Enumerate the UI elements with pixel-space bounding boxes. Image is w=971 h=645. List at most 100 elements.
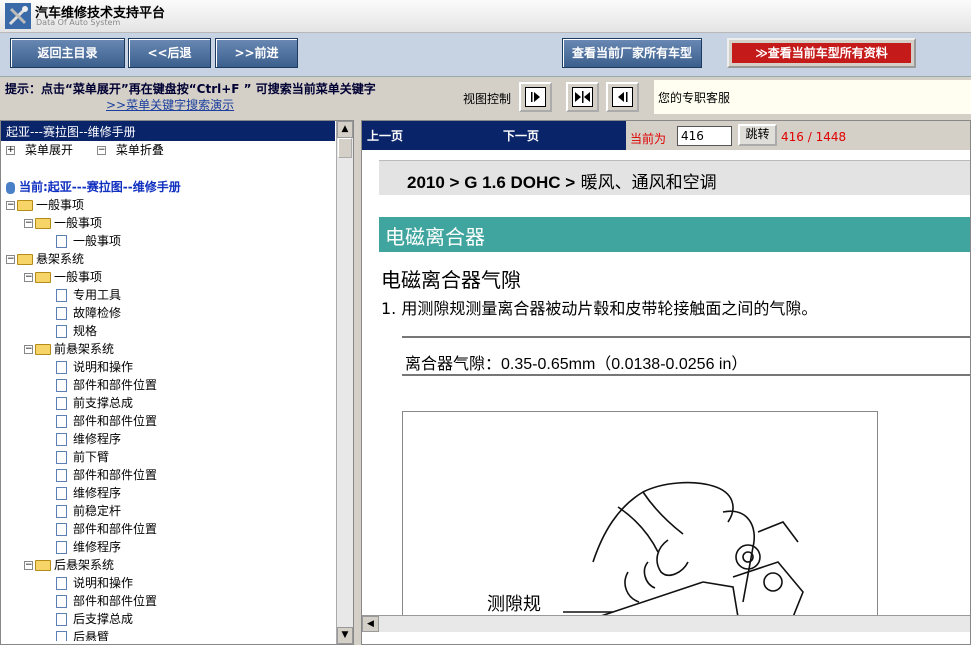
collapse-icon: − (6, 254, 15, 264)
document-icon (56, 325, 67, 338)
hint-bar: 提示：点击“菜单展开”再在键盘按“Ctrl+F ” 可搜索当前菜单关键字 >>菜… (0, 77, 971, 117)
tree-item-label: 后支撑总成 (73, 612, 134, 626)
document-icon (56, 613, 67, 626)
next-page-link[interactable]: 下一页 (503, 127, 539, 144)
folder-open-icon (17, 254, 33, 265)
tree-item[interactable]: 部件和部件位置 (1, 412, 335, 430)
tree-item[interactable]: 部件和部件位置 (1, 466, 335, 484)
support-text: 您的专职客服 (658, 91, 731, 105)
collapse-menu-button[interactable]: − 菜单折叠 (96, 143, 174, 157)
tree-item[interactable]: 维修程序 (1, 430, 335, 448)
tree-item-label: 悬架系统 (36, 252, 85, 266)
document-icon (56, 415, 67, 428)
manual-header[interactable]: 起亚---赛拉图--维修手册 (1, 121, 335, 141)
tree-item-label: 故障检修 (73, 306, 122, 320)
section-title: 电磁离合器气隙 (381, 268, 521, 292)
tree-item[interactable]: 一般事项 (1, 232, 335, 250)
tree-item-label: 后悬架系统 (54, 558, 115, 572)
document-icon (56, 433, 67, 446)
prev-page-link[interactable]: 上一页 (367, 127, 403, 144)
pager-bar: 上一页 下一页 当前为 跳转 416 / 1448 (362, 121, 954, 150)
collapse-icon: − (24, 560, 33, 570)
document-icon (56, 235, 67, 248)
folder-open-icon (35, 344, 51, 355)
view-all-model-docs-label: ≫查看当前车型所有资料 (732, 43, 911, 63)
document-icon (56, 289, 67, 302)
scroll-up-icon[interactable]: ▲ (337, 121, 353, 138)
tree-item-label: 部件和部件位置 (73, 522, 158, 536)
document-icon (56, 595, 67, 608)
tree-item[interactable]: 前稳定杆 (1, 502, 335, 520)
tree-item[interactable]: 规格 (1, 322, 335, 340)
breadcrumb-system: 暖风、通风和空调 (575, 173, 717, 193)
clutch-gap-figure: 测隙规 (402, 411, 878, 615)
tree-item[interactable]: 故障检修 (1, 304, 335, 322)
document-icon (56, 307, 67, 320)
current-page-label: 当前为 (630, 132, 667, 146)
tree-item-label: 专用工具 (73, 288, 122, 302)
tree-item[interactable]: − 前悬架系统 (1, 340, 335, 358)
scroll-thumb[interactable] (338, 138, 352, 158)
collapse-icon: − (24, 272, 33, 282)
app-subtitle: Data Of Auto System (36, 18, 121, 27)
menu-scrollbar[interactable]: ▲ ▼ (336, 121, 353, 644)
tree-item[interactable]: 后悬臂 (1, 628, 335, 641)
document-icon (56, 631, 67, 641)
view-expand-left-button[interactable] (606, 82, 639, 112)
tree-item-label: 一般事项 (36, 198, 85, 212)
tree-item[interactable]: − 一般事项 (1, 214, 335, 232)
view-maker-models-button[interactable]: 查看当前厂家所有车型 (562, 38, 702, 68)
expand-icon: + (6, 145, 15, 155)
tree-item[interactable]: 部件和部件位置 (1, 376, 335, 394)
scroll-left-icon[interactable]: ◀ (362, 616, 379, 632)
tree-item[interactable]: − 一般事项 (1, 196, 335, 214)
tree-item[interactable]: 部件和部件位置 (1, 592, 335, 610)
back-button[interactable]: <<后退 (128, 38, 211, 68)
collapse-icon: − (96, 145, 106, 155)
document-content: 2010 > G 1.6 DOHC > 暖风、通风和空调 电磁离合器 电磁离合器… (362, 150, 970, 615)
hint-text: 提示：点击“菜单展开”再在键盘按“Ctrl+F ” 可搜索当前菜单关键字 (5, 82, 376, 96)
document-breadcrumb: 2010 > G 1.6 DOHC > 暖风、通风和空调 (379, 160, 970, 195)
search-demo-link[interactable]: >>菜单关键字搜索演示 (106, 96, 234, 113)
tree-item-label: 部件和部件位置 (73, 468, 158, 482)
tree-item[interactable]: 后支撑总成 (1, 610, 335, 628)
expand-menu-label: 菜单展开 (25, 143, 74, 157)
view-control-label: 视图控制 (463, 92, 512, 106)
hand-feeler-gauge-illustration (563, 481, 804, 615)
tree-item[interactable]: 前下臂 (1, 448, 335, 466)
tree-current-label: 当前:起亚---赛拉图--维修手册 (19, 180, 181, 194)
tree-item[interactable]: 前支撑总成 (1, 394, 335, 412)
tree-item[interactable]: 说明和操作 (1, 358, 335, 376)
expand-menu-button[interactable]: + 菜单展开 (6, 143, 83, 157)
forward-button[interactable]: >>前进 (215, 38, 298, 68)
folder-open-icon (35, 272, 51, 283)
home-button[interactable]: 返回主目录 (10, 38, 125, 68)
tree-item-label: 规格 (73, 324, 98, 338)
document-hscrollbar[interactable]: ◀ (362, 615, 970, 632)
tree-item-label: 部件和部件位置 (73, 414, 158, 428)
tree-item[interactable]: 维修程序 (1, 484, 335, 502)
document-icon (56, 577, 67, 590)
view-split-button[interactable] (566, 82, 599, 112)
main-toolbar: 返回主目录 <<后退 >>前进 查看当前厂家所有车型 ≫查看当前车型所有资料 (0, 33, 971, 77)
tree-item-label: 维修程序 (73, 486, 122, 500)
view-all-model-docs-button[interactable]: ≫查看当前车型所有资料 (727, 38, 916, 68)
tree-item[interactable]: 部件和部件位置 (1, 520, 335, 538)
page-number-input[interactable] (677, 126, 732, 146)
tree-item[interactable]: − 悬架系统 (1, 250, 335, 268)
arrow-right-icon (525, 87, 546, 107)
tree-item-label: 维修程序 (73, 540, 122, 554)
tree-current-node[interactable]: 当前:起亚---赛拉图--维修手册 (1, 178, 335, 196)
tree-item[interactable]: − 一般事项 (1, 268, 335, 286)
arrow-left-icon (612, 87, 633, 107)
tree-item[interactable]: 说明和操作 (1, 574, 335, 592)
figure-label: 测隙规 (487, 594, 541, 615)
tree-item[interactable]: − 后悬架系统 (1, 556, 335, 574)
tree-item[interactable]: 专用工具 (1, 286, 335, 304)
goto-page-button[interactable]: 跳转 (738, 124, 777, 146)
tree-item[interactable]: 维修程序 (1, 538, 335, 556)
scroll-down-icon[interactable]: ▼ (337, 627, 353, 644)
view-expand-right-button[interactable] (519, 82, 552, 112)
document-pane: 上一页 下一页 当前为 跳转 416 / 1448 2010 > G 1.6 D… (361, 120, 971, 645)
tree-item-label: 前悬架系统 (54, 342, 115, 356)
